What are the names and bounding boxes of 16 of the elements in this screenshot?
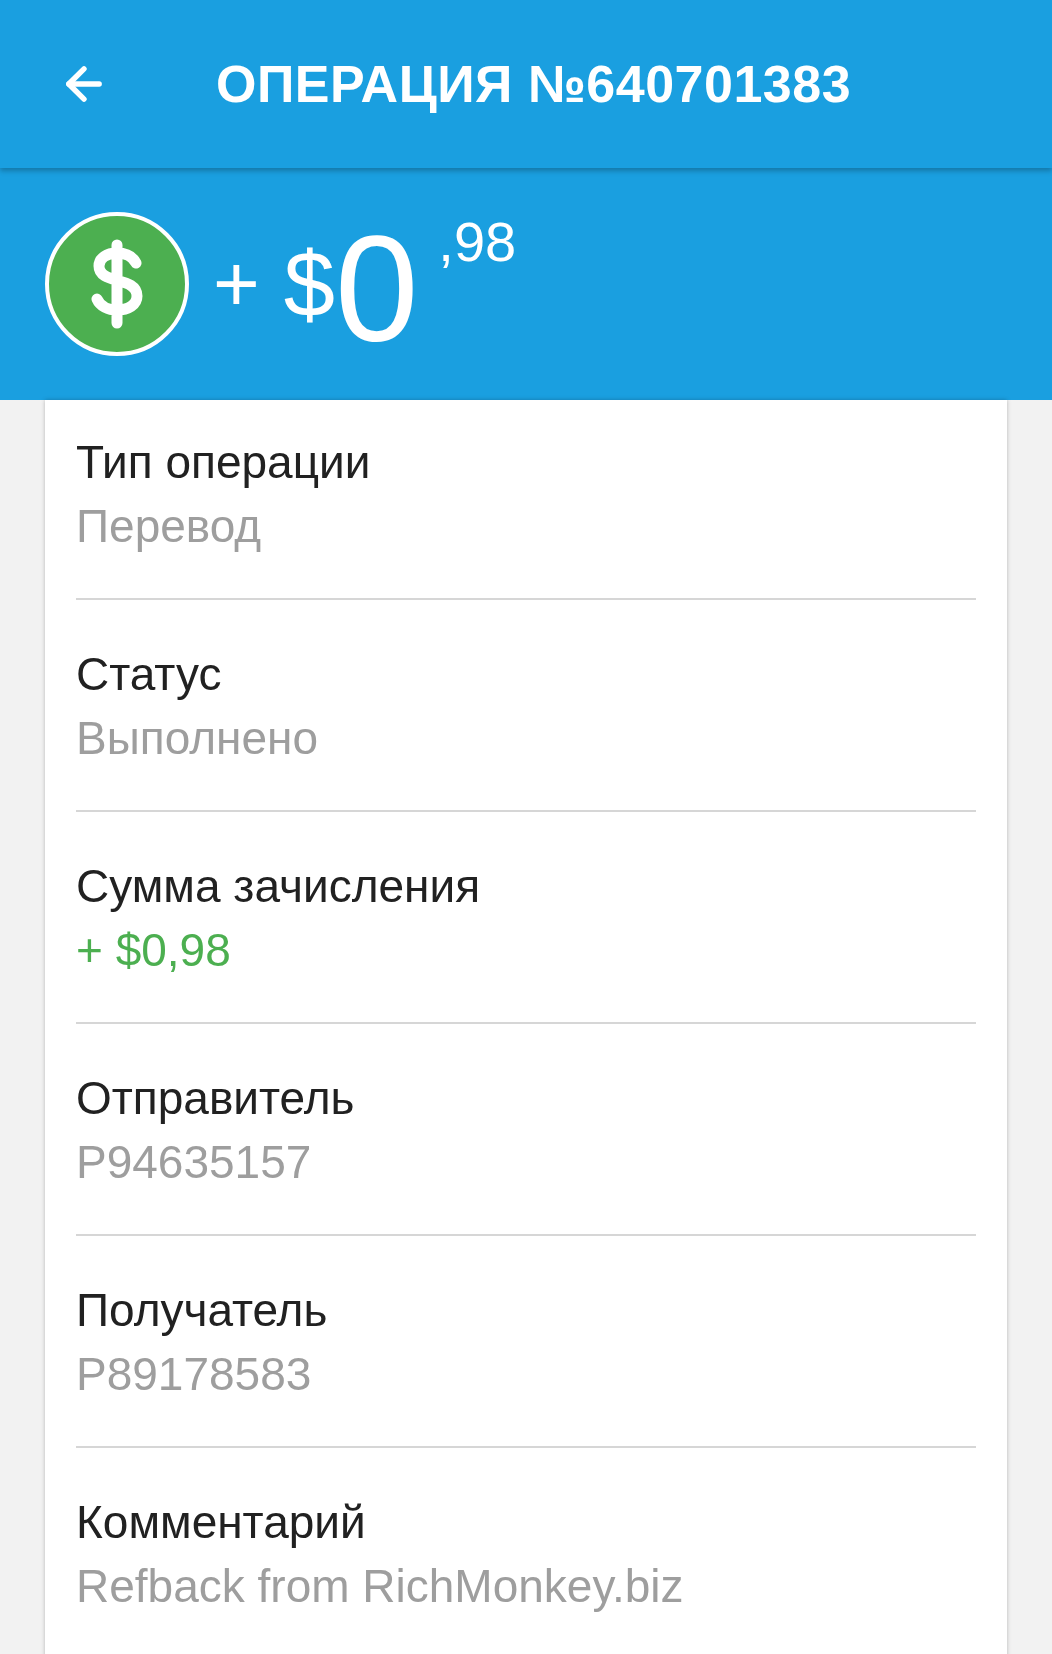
- field-label: Сумма зачисления: [76, 859, 482, 914]
- amount-currency: $: [283, 238, 335, 330]
- amount-fraction: ,98: [438, 214, 517, 270]
- field-value: P89178583: [76, 1347, 313, 1402]
- field-label: Отправитель: [76, 1071, 356, 1126]
- field-label: Статус: [76, 647, 223, 702]
- field-value: + $0,98: [76, 923, 232, 978]
- field-label: Комментарий: [76, 1495, 367, 1550]
- field-value: Выполнено: [76, 711, 320, 766]
- field-label: Получатель: [76, 1283, 329, 1338]
- field-label: Тип операции: [76, 435, 372, 490]
- field-value: Refback from RichMonkey.biz: [76, 1559, 685, 1614]
- amount-integer: 0: [334, 214, 419, 364]
- field-value: P94635157: [76, 1135, 313, 1190]
- amount-sign: +: [213, 244, 260, 324]
- field-value: Перевод: [76, 499, 263, 554]
